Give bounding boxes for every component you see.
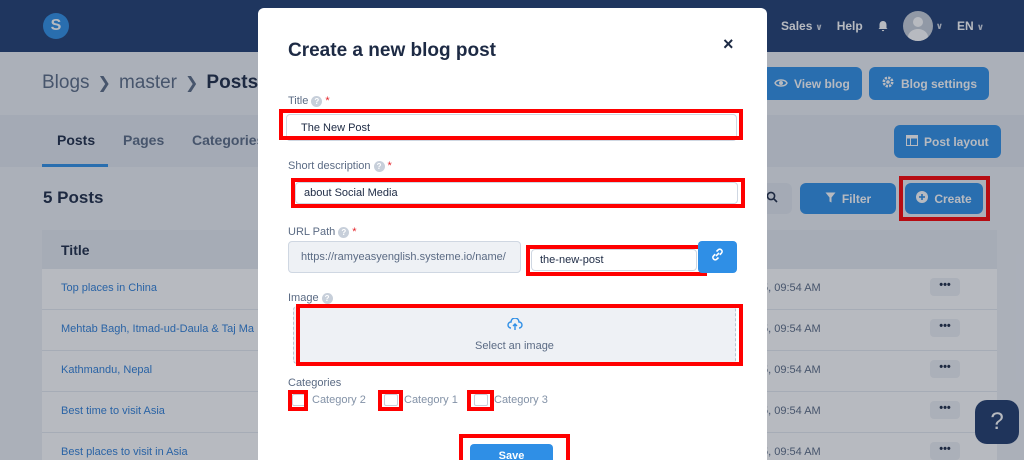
create-post-modal: Create a new blog post × Title ? * The N…: [258, 8, 767, 460]
highlight-short-description: [291, 178, 745, 208]
required-mark: *: [387, 160, 392, 172]
required-mark: *: [325, 95, 330, 107]
short-description-label: Short description ? *: [288, 160, 392, 172]
info-icon[interactable]: ?: [321, 292, 333, 304]
highlight-category-2: [288, 390, 308, 411]
info-icon[interactable]: ?: [311, 95, 323, 107]
categories-label: Categories: [288, 377, 342, 389]
info-icon[interactable]: ?: [338, 226, 350, 238]
title-label: Title ? *: [288, 95, 330, 107]
highlight-image: [296, 304, 743, 366]
highlight-category-1: [378, 390, 403, 411]
link-icon: [710, 247, 725, 267]
highlight-title: [279, 109, 743, 140]
modal-title: Create a new blog post: [288, 40, 496, 61]
highlight-category-3: [467, 390, 494, 411]
info-icon[interactable]: ?: [373, 160, 385, 172]
url-path-label: URL Path ? *: [288, 226, 357, 238]
highlight-url-slug: [526, 245, 707, 276]
generate-slug-button[interactable]: [698, 241, 737, 273]
required-mark: *: [352, 226, 357, 238]
highlight-save: [459, 434, 570, 460]
close-icon[interactable]: ×: [723, 34, 734, 55]
url-prefix: https://ramyeasyenglish.systeme.io/name/: [288, 241, 521, 273]
image-label: Image ?: [288, 292, 333, 304]
